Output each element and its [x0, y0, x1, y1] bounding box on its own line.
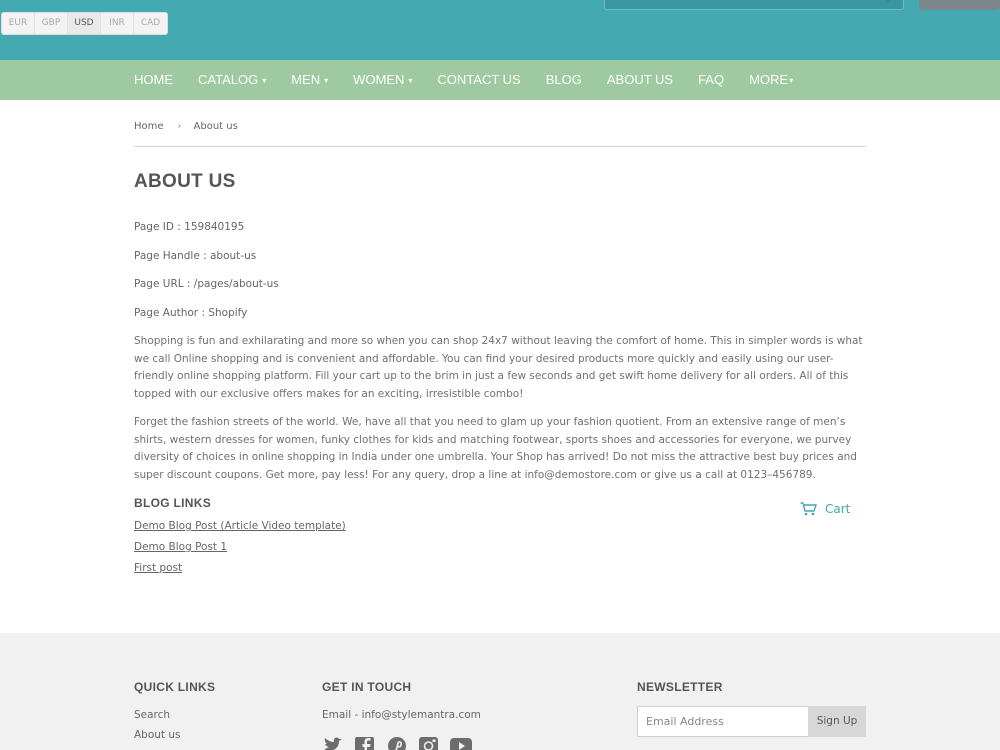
footer-link-about-us[interactable]: About us [134, 729, 181, 741]
sign-up-button[interactable]: Sign Up [808, 706, 866, 737]
chevron-down-icon: ▾ [262, 76, 267, 85]
chevron-down-icon: ▾ [789, 76, 794, 85]
get-in-touch-heading: GET IN TOUCH [322, 680, 412, 694]
page-handle: Page Handle : about-us [134, 250, 257, 262]
nav-item-faq[interactable]: FAQ [698, 60, 724, 100]
page-id: Page ID : 159840195 [134, 221, 245, 233]
nav-item-catalog[interactable]: CATALOG ▾ [198, 60, 266, 100]
cart-link[interactable]: Cart [800, 502, 850, 516]
youtube-icon[interactable] [450, 735, 472, 750]
blog-link[interactable]: First post [134, 562, 182, 574]
social-links [322, 735, 482, 750]
page-url: Page URL : /pages/about-us [134, 278, 279, 290]
divider [134, 146, 866, 147]
currency-picker: EUR GBP USD INR CAD [1, 12, 168, 35]
currency-usd[interactable]: USD [68, 13, 101, 34]
footer-email: Email - info@stylemantra.com [322, 709, 481, 721]
pinterest-icon[interactable] [386, 735, 408, 750]
cart-icon [800, 502, 817, 516]
nav-item-women[interactable]: WOMEN ▾ [353, 60, 412, 100]
currency-cad[interactable]: CAD [134, 13, 167, 34]
currency-inr[interactable]: INR [101, 13, 134, 34]
footer-link-search[interactable]: Search [134, 709, 170, 721]
breadcrumb: Home › About us [134, 121, 238, 132]
newsletter-heading: NEWSLETTER [637, 680, 723, 694]
currency-gbp[interactable]: GBP [35, 13, 68, 34]
chevron-down-icon: ▾ [324, 76, 329, 85]
blog-link[interactable]: Demo Blog Post 1 [134, 541, 227, 553]
blog-links-heading: BLOG LINKS [134, 496, 211, 510]
instagram-icon[interactable] [418, 735, 440, 750]
nav-item-about-us[interactable]: ABOUT US [607, 60, 673, 100]
nav-item-more[interactable]: MORE▾ [749, 60, 793, 100]
top-header-bar: EUR GBP USD INR CAD ⌕ [0, 0, 1000, 60]
nav-item-contact-us[interactable]: CONTACT US [437, 60, 520, 100]
cart-label: Cart [825, 502, 851, 516]
header-cart-button[interactable] [919, 0, 1000, 10]
blog-link[interactable]: Demo Blog Post (Article Video template) [134, 520, 346, 532]
search-input[interactable]: ⌕ [604, 0, 904, 10]
breadcrumb-home-link[interactable]: Home [134, 121, 164, 132]
search-icon[interactable]: ⌕ [885, 0, 895, 6]
footer: QUICK LINKS Search About us GET IN TOUCH… [0, 633, 1000, 750]
nav-item-blog[interactable]: BLOG [546, 60, 582, 100]
page-author: Page Author : Shopify [134, 307, 248, 319]
breadcrumb-current: About us [193, 121, 238, 132]
breadcrumb-separator: › [177, 121, 182, 132]
nav-item-men[interactable]: MEN ▾ [291, 60, 328, 100]
nav-item-home[interactable]: HOME [134, 60, 173, 100]
newsletter-email-field[interactable]: Email Address [637, 706, 809, 737]
chevron-down-icon: ▾ [408, 76, 413, 85]
about-paragraph-1: Shopping is fun and exhilarating and mor… [134, 335, 863, 400]
about-paragraph-2: Forget the fashion streets of the world.… [134, 416, 857, 481]
quick-links-heading: QUICK LINKS [134, 680, 216, 694]
main-nav: HOME CATALOG ▾ MEN ▾ WOMEN ▾ CONTACT US BLO… [0, 60, 1000, 100]
facebook-icon[interactable] [354, 735, 376, 750]
page-title: ABOUT US [134, 171, 236, 192]
currency-eur[interactable]: EUR [2, 13, 35, 34]
twitter-icon[interactable] [322, 735, 344, 750]
